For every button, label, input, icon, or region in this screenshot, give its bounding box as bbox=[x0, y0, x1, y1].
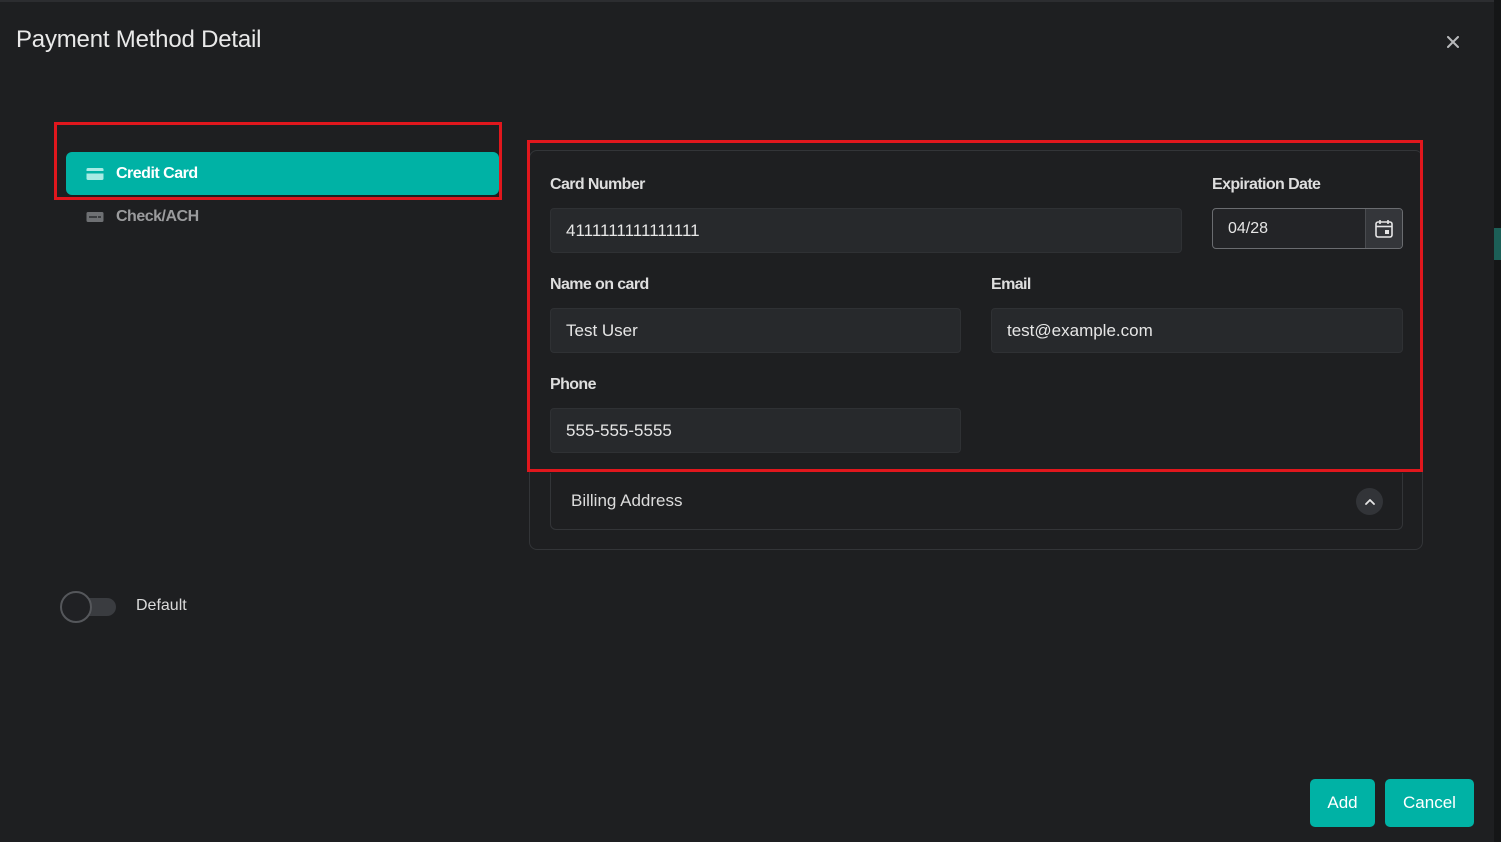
phone-value: 555-555-5555 bbox=[566, 420, 672, 440]
toggle-knob bbox=[60, 591, 92, 623]
card-number-value: 4111111111111111 bbox=[566, 220, 700, 240]
add-button[interactable]: Add bbox=[1310, 779, 1375, 827]
phone-label: Phone bbox=[550, 376, 597, 393]
email-value: test@example.com bbox=[1007, 320, 1153, 340]
name-on-card-value: Test User bbox=[566, 320, 638, 340]
card-number-label: Card Number bbox=[550, 176, 645, 193]
default-toggle[interactable] bbox=[58, 590, 118, 624]
method-check-ach-label: Check/ACH bbox=[116, 208, 199, 225]
expiration-date-label: Expiration Date bbox=[1212, 176, 1321, 193]
email-label: Email bbox=[991, 276, 1031, 293]
method-credit-card-label: Credit Card bbox=[116, 164, 198, 182]
expiration-date-value: 04/28 bbox=[1228, 219, 1269, 237]
card-number-input[interactable]: 4111111111111111 bbox=[550, 208, 1182, 253]
name-on-card-label: Name on card bbox=[550, 276, 649, 293]
close-button[interactable] bbox=[1441, 30, 1465, 54]
calendar-button[interactable] bbox=[1365, 209, 1402, 248]
billing-address-accordion[interactable]: Billing Address bbox=[550, 473, 1403, 530]
method-credit-card[interactable]: Credit Card bbox=[66, 152, 499, 195]
close-icon bbox=[1447, 36, 1459, 48]
top-border bbox=[0, 0, 1501, 2]
background-accent bbox=[1494, 228, 1501, 260]
credit-card-icon bbox=[86, 167, 104, 181]
name-on-card-input[interactable]: Test User bbox=[550, 308, 961, 353]
method-check-ach[interactable]: Check/ACH bbox=[66, 198, 499, 236]
expiration-date-input[interactable]: 04/28 bbox=[1212, 208, 1403, 249]
cancel-button[interactable]: Cancel bbox=[1385, 779, 1474, 827]
dialog-title: Payment Method Detail bbox=[16, 26, 262, 53]
default-toggle-label: Default bbox=[136, 597, 187, 614]
calendar-icon bbox=[1375, 220, 1393, 238]
billing-address-label: Billing Address bbox=[571, 491, 683, 510]
billing-collapse-button[interactable] bbox=[1356, 488, 1383, 515]
email-input[interactable]: test@example.com bbox=[991, 308, 1403, 353]
chevron-up-icon bbox=[1364, 499, 1375, 505]
background-page-edge bbox=[1494, 0, 1501, 842]
check-icon bbox=[86, 210, 104, 224]
phone-input[interactable]: 555-555-5555 bbox=[550, 408, 961, 453]
